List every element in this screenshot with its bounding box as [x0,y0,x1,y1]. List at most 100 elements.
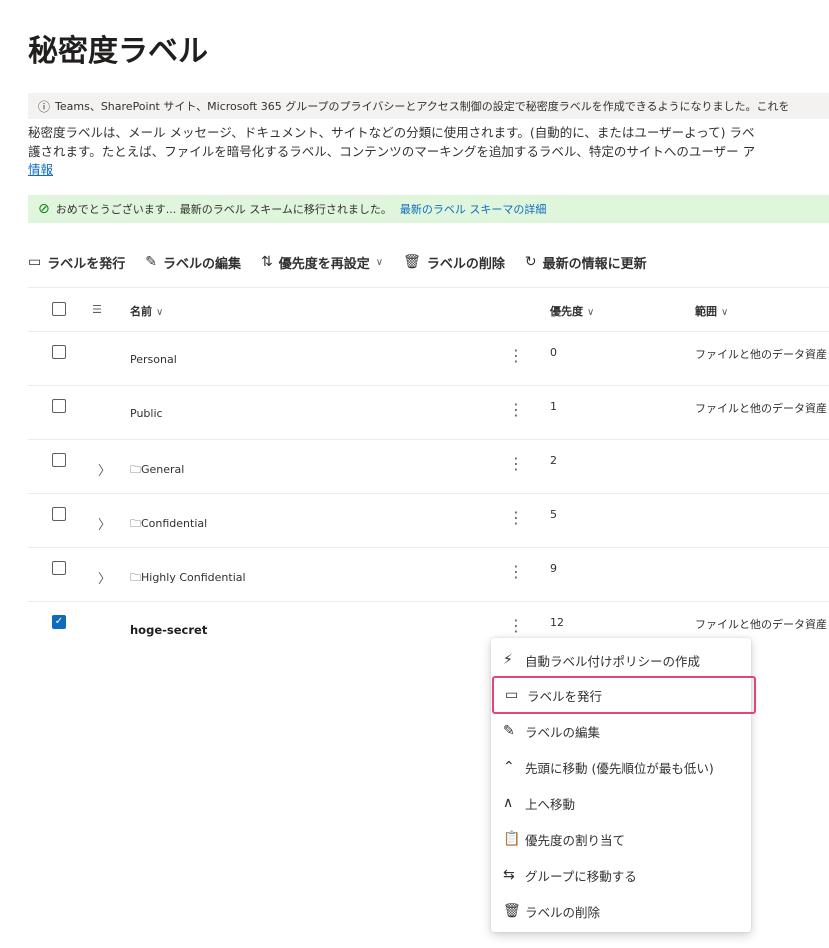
info-banner: ⓘ Teams、SharePoint サイト、Microsoft 365 グルー… [28,93,829,119]
menu-item-assign-priority[interactable]: 📋 優先度の割り当て [491,821,751,857]
info-icon: ⓘ [38,99,51,114]
chevron-right-icon[interactable]: 〉 [98,460,111,479]
command-bar: ▭ ラベルを発行 ✎ ラベルの編集 ⇅ 優先度を再設定 ∨ 🗑 ラベルの削除 ↻… [28,248,667,276]
check-circle-icon: ⊘ [38,201,50,217]
menu-item-move-up[interactable]: ∧ 上へ移動 [491,785,751,821]
info-text: Teams、SharePoint サイト、Microsoft 365 グループの… [55,100,790,113]
column-scope-label: 範囲 [695,305,717,318]
description-line: 護されます。たとえば、ファイルを暗号化するラベル、コンテンツのマーキングを追加す… [28,143,756,159]
pencil-icon: ✎ [503,723,515,739]
auto-label-icon: ⚡ [503,652,513,668]
column-header-name[interactable]: 名前 ∨ [130,303,163,319]
chevron-up-icon: ∧ [503,795,514,811]
edit-label-text: ラベルの編集 [162,256,241,272]
column-header-scope[interactable]: 範囲 ∨ [695,303,728,319]
success-banner: ⊘ おめでとうございます... 最新のラベル スキームに移行されました。 最新の… [28,195,829,223]
reorder-priority-button[interactable]: ⇅ 優先度を再設定 ∨ [261,253,383,272]
menu-item-delete-label[interactable]: 🗑 ラベルの削除 [491,893,751,929]
label-name: Personal [130,353,177,366]
folder-icon: 🗀 [130,463,141,476]
more-actions-icon[interactable]: ⋮ [508,562,524,581]
label-schema-details-link[interactable]: 最新のラベル スキーマの詳細 [400,201,547,217]
row-checkbox[interactable] [52,561,66,575]
label-group-name: 🗀General [130,461,184,480]
more-actions-icon[interactable]: ⋮ [508,346,524,365]
menu-item-label: 自動ラベル付けポリシーの作成 [525,653,701,669]
chevron-down-icon: ∨ [587,307,595,318]
chevron-right-icon[interactable]: 〉 [98,568,111,587]
row-checkbox-checked[interactable]: ✓ [52,615,66,629]
row-checkbox[interactable] [52,453,66,467]
label-table: Personal ⋮ 0 ファイルと他のデータ資産 Public ⋮ 1 ファイ… [28,331,829,655]
move-group-icon: ⇆ [503,867,515,883]
publish-icon: ▭ [28,254,42,270]
more-info-link[interactable]: 情報 [28,162,53,177]
menu-item-label: グループに移動する [525,868,637,884]
menu-item-label: ラベルの削除 [525,904,601,920]
label-scope: ファイルと他のデータ資産 [695,402,827,415]
edit-label-button[interactable]: ✎ ラベルの編集 [145,253,241,272]
page-title: 秘密度ラベル [28,34,208,69]
folder-icon: 🗀 [130,571,141,584]
table-row[interactable]: 〉 🗀Confidential ⋮ 5 [28,493,829,547]
label-name: Public [130,407,163,420]
row-checkbox[interactable] [52,507,66,521]
label-name: Confidential [141,517,208,530]
chevron-down-icon: ∨ [375,256,384,268]
column-name-label: 名前 [130,305,152,318]
move-to-top-icon: ⌃ [503,759,515,775]
label-priority: 1 [550,400,557,413]
label-group-name: 🗀Highly Confidential [130,569,246,588]
refresh-icon: ↻ [524,254,537,270]
label-name: hoge-secret [130,623,208,637]
folder-icon: 🗀 [130,517,141,530]
more-actions-icon[interactable]: ⋮ [508,400,524,419]
menu-item-label: 優先度の割り当て [525,832,626,848]
menu-item-label: 上へ移動 [525,796,576,812]
menu-item-publish-label[interactable]: ▭ ラベルを発行 [492,676,756,714]
publish-icon: ▭ [505,687,519,703]
table-row[interactable]: Personal ⋮ 0 ファイルと他のデータ資産 [28,331,829,385]
delete-label-button[interactable]: 🗑 ラベルの削除 [403,253,505,272]
label-scope: ファイルと他のデータ資産 [695,348,827,361]
column-header-priority[interactable]: 優先度 ∨ [550,303,594,319]
refresh-text: 最新の情報に更新 [542,256,647,272]
menu-item-label: ラベルの編集 [525,724,601,740]
label-priority: 9 [550,562,557,575]
more-actions-icon[interactable]: ⋮ [508,616,524,635]
chevron-down-icon: ∨ [721,307,729,318]
list-view-icon[interactable]: ☰ [92,303,102,316]
menu-item-label: 先頭に移動 (優先順位が最も低い) [525,760,714,776]
publish-label-text: ラベルを発行 [47,256,126,272]
table-header: ☰ 名前 ∨ 優先度 ∨ 範囲 ∨ [28,288,829,330]
label-priority: 2 [550,454,557,467]
refresh-button[interactable]: ↻ 最新の情報に更新 [525,253,647,272]
label-name: Highly Confidential [141,571,246,584]
more-actions-icon[interactable]: ⋮ [508,508,524,527]
pencil-icon: ✎ [145,254,157,270]
reorder-priority-text: 優先度を再設定 [278,256,370,272]
chevron-right-icon[interactable]: 〉 [98,514,111,533]
description: 秘密度ラベルは、メール メッセージ、ドキュメント、サイトなどの分類に使用されます… [28,124,829,180]
publish-label-button[interactable]: ▭ ラベルを発行 [28,253,125,272]
menu-item-edit-label[interactable]: ✎ ラベルの編集 [491,713,751,749]
menu-item-move-to-group[interactable]: ⇆ グループに移動する [491,857,751,893]
table-row[interactable]: Public ⋮ 1 ファイルと他のデータ資産 [28,385,829,439]
column-priority-label: 優先度 [550,305,583,318]
menu-item-label: ラベルを発行 [527,688,603,704]
sort-icon: ⇅ [261,254,273,270]
row-checkbox[interactable] [52,345,66,359]
select-all-checkbox[interactable] [52,302,66,316]
table-row[interactable]: 〉 🗀General ⋮ 2 [28,439,829,493]
trash-icon: 🗑 [503,903,521,919]
clipboard-icon: 📋 [503,831,521,847]
menu-item-move-to-top[interactable]: ⌃ 先頭に移動 (優先順位が最も低い) [491,749,751,785]
menu-item-create-auto-labeling-policy[interactable]: ⚡ 自動ラベル付けポリシーの作成 [491,642,751,678]
trash-icon: 🗑 [403,254,421,270]
row-checkbox[interactable] [52,399,66,413]
more-actions-icon[interactable]: ⋮ [508,454,524,473]
label-scope: ファイルと他のデータ資産 [695,618,827,631]
label-group-name: 🗀Confidential [130,515,207,534]
table-row[interactable]: 〉 🗀Highly Confidential ⋮ 9 [28,547,829,601]
label-priority: 0 [550,346,557,359]
